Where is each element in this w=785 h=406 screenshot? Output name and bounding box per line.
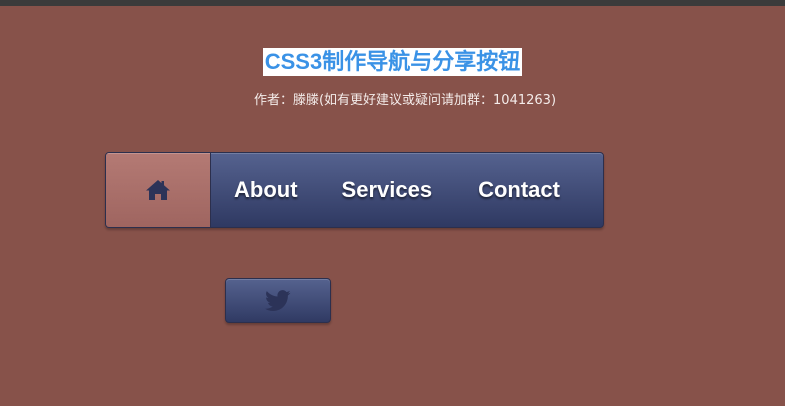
nav-item-home[interactable] (106, 153, 211, 227)
twitter-share-button[interactable] (225, 278, 331, 323)
title-container: CSS3制作导航与分享按钮 (0, 48, 785, 76)
nav-item-contact[interactable]: Contact (478, 153, 560, 227)
browser-top-bar (0, 0, 785, 6)
navigation-bar: About Services Contact (105, 152, 604, 228)
home-icon (145, 179, 171, 201)
page-title: CSS3制作导航与分享按钮 (262, 48, 523, 76)
twitter-icon (265, 289, 291, 312)
author-subtitle: 作者：滕滕(如有更好建议或疑问请加群：1041263) (253, 93, 557, 108)
nav-item-services[interactable]: Services (342, 153, 433, 227)
nav-item-about[interactable]: About (234, 153, 298, 227)
